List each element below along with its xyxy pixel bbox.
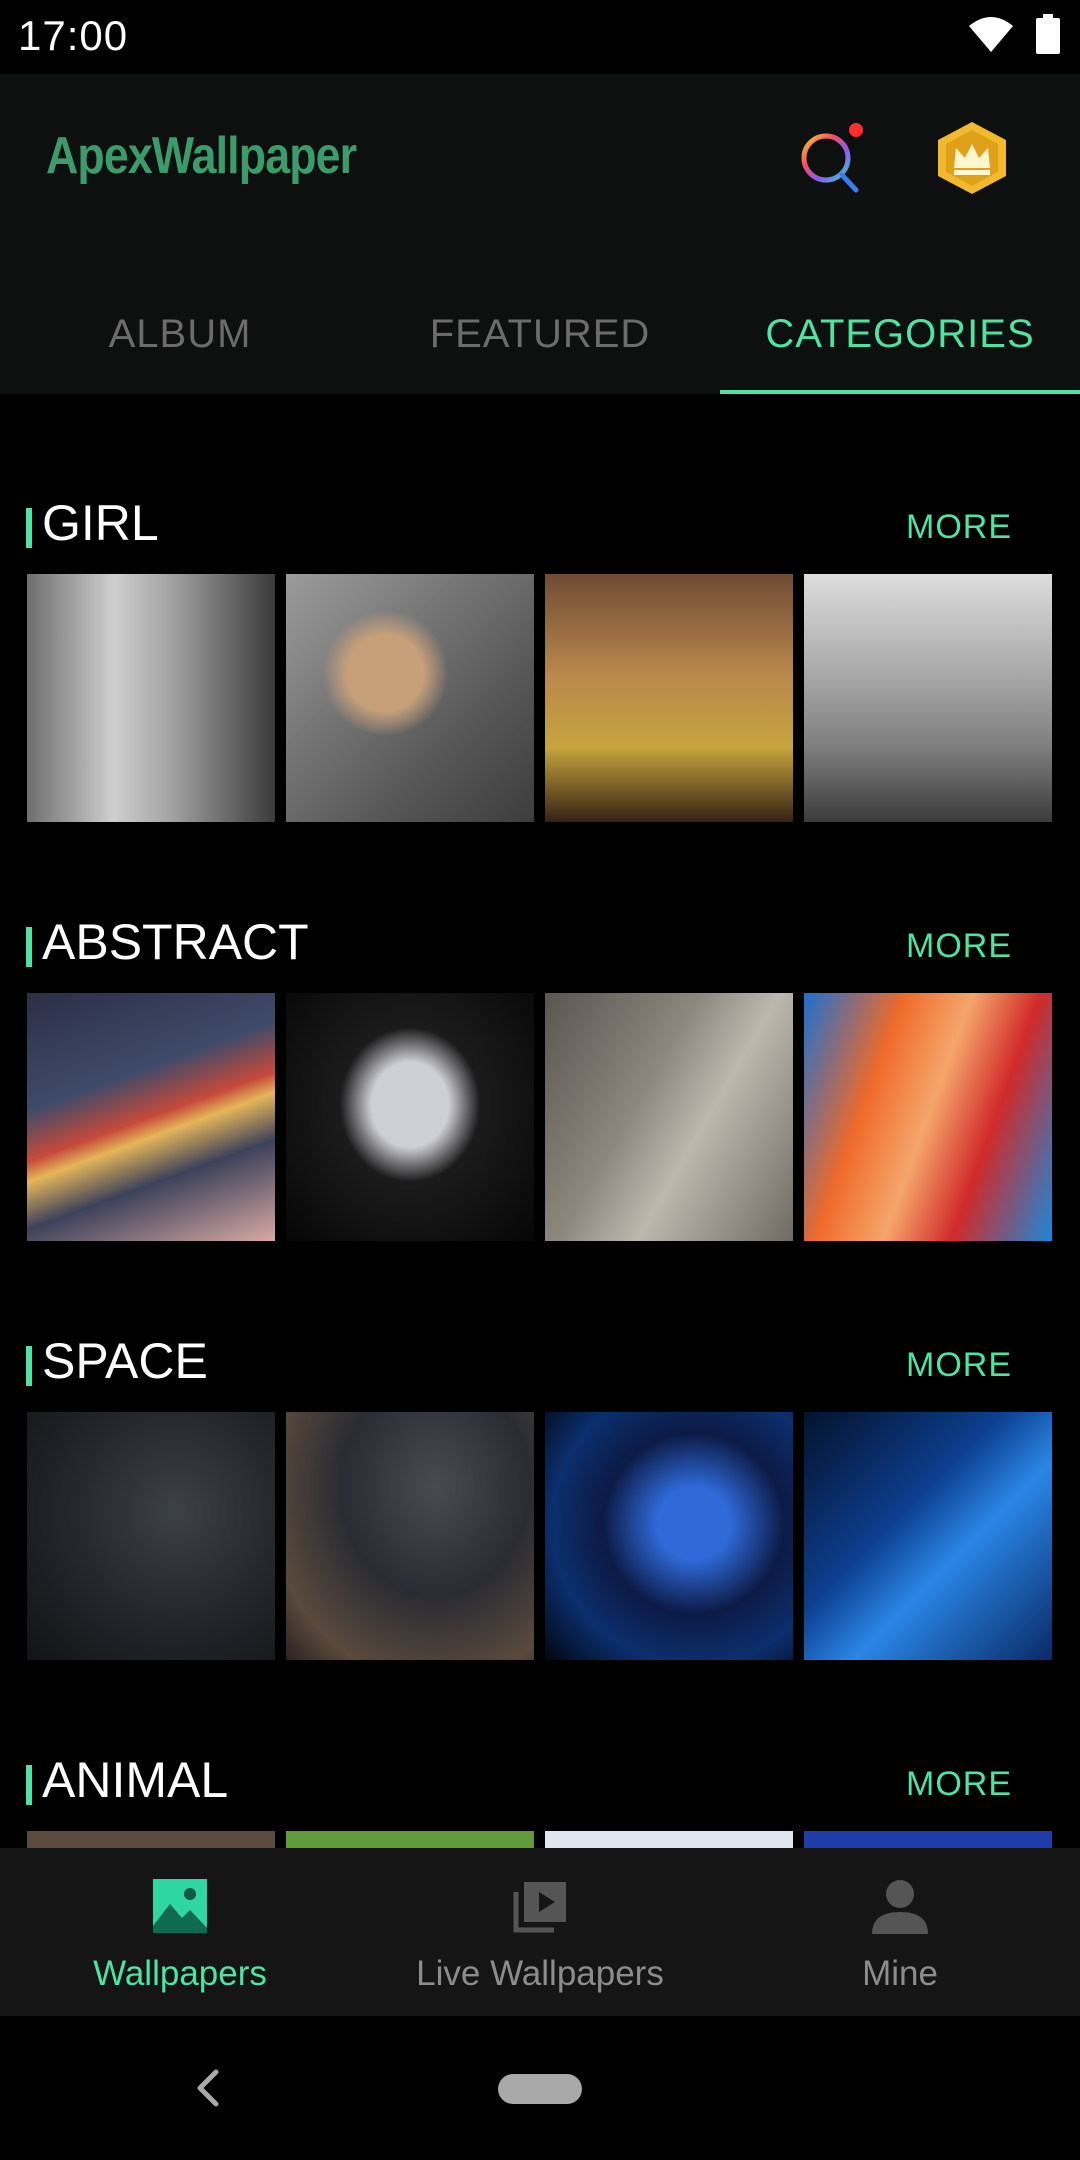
- wallpaper-thumbnail[interactable]: [545, 1412, 793, 1660]
- tab-featured[interactable]: FEATURED: [360, 280, 720, 394]
- battery-icon: [1036, 14, 1060, 54]
- nav-item-mine[interactable]: Mine: [720, 1848, 1080, 2016]
- nav-item-wallpapers[interactable]: Wallpapers: [0, 1848, 360, 2016]
- wifi-icon: [969, 17, 1013, 52]
- app-header: ApexWallpaper ALBUM FEATURED CATEGORIES: [0, 74, 1080, 394]
- wallpaper-thumbnail[interactable]: [804, 993, 1052, 1241]
- wallpaper-thumbnail[interactable]: [286, 1831, 534, 1848]
- nav-item-live-wallpapers[interactable]: Live Wallpapers: [360, 1848, 720, 2016]
- wallpaper-thumbnail[interactable]: [545, 574, 793, 822]
- section-accent-bar: [26, 1346, 32, 1386]
- home-pill-icon[interactable]: [498, 2074, 582, 2104]
- section-accent-bar: [26, 1765, 32, 1805]
- tab-categories[interactable]: CATEGORIES: [720, 280, 1080, 394]
- wallpaper-thumbnail[interactable]: [27, 1831, 275, 1848]
- wallpaper-thumbnail[interactable]: [286, 574, 534, 822]
- person-icon: [872, 1880, 928, 1934]
- status-time: 17:00: [18, 12, 129, 59]
- crown-icon: [938, 122, 1006, 194]
- more-button[interactable]: MORE: [906, 1765, 1012, 1804]
- more-button[interactable]: MORE: [906, 1346, 1012, 1385]
- wallpaper-thumbnail[interactable]: [27, 574, 275, 822]
- back-icon[interactable]: [192, 2064, 224, 2112]
- section-accent-bar: [26, 927, 32, 967]
- section-girl: GIRL MORE: [0, 394, 1080, 822]
- wallpaper-thumbnail[interactable]: [545, 993, 793, 1241]
- tab-album[interactable]: ALBUM: [0, 280, 360, 394]
- more-button[interactable]: MORE: [906, 508, 1012, 547]
- more-button[interactable]: MORE: [906, 927, 1012, 966]
- section-title: GIRL: [42, 495, 159, 551]
- image-icon: [153, 1879, 207, 1933]
- category-list[interactable]: GIRL MORE ABSTRACT MORE SPACE MORE ANIMA…: [0, 394, 1080, 1848]
- nav-label: Live Wallpapers: [416, 1954, 664, 1993]
- section-title: ANIMAL: [42, 1752, 229, 1808]
- tab-bar: ALBUM FEATURED CATEGORIES: [0, 280, 1080, 394]
- nav-label: Mine: [862, 1954, 938, 1993]
- wallpaper-thumbnail[interactable]: [27, 1412, 275, 1660]
- wallpaper-thumbnail[interactable]: [804, 1831, 1052, 1848]
- nav-label: Wallpapers: [93, 1954, 267, 1993]
- search-icon: [801, 123, 863, 193]
- section-title: SPACE: [42, 1333, 208, 1389]
- wallpaper-thumbnail[interactable]: [804, 1412, 1052, 1660]
- app-title: ApexWallpaper: [46, 127, 357, 185]
- wallpaper-thumbnail[interactable]: [286, 993, 534, 1241]
- premium-button[interactable]: [934, 118, 1010, 198]
- system-nav-bar: [0, 2016, 1080, 2160]
- wallpaper-thumbnail[interactable]: [545, 1831, 793, 1848]
- wallpaper-thumbnail[interactable]: [286, 1412, 534, 1660]
- section-accent-bar: [26, 508, 32, 548]
- video-stack-icon: [513, 1882, 566, 1933]
- status-bar: 17:00: [0, 0, 1080, 74]
- section-space: SPACE MORE: [0, 1232, 1080, 1660]
- search-button[interactable]: [790, 120, 870, 200]
- section-title: ABSTRACT: [42, 914, 309, 970]
- wallpaper-thumbnail[interactable]: [804, 574, 1052, 822]
- notification-dot: [849, 123, 863, 137]
- section-abstract: ABSTRACT MORE: [0, 813, 1080, 1241]
- wallpaper-thumbnail[interactable]: [27, 993, 275, 1241]
- bottom-nav: Wallpapers Live Wallpapers Mine: [0, 1848, 1080, 2016]
- section-animal: ANIMAL MORE: [0, 1651, 1080, 1848]
